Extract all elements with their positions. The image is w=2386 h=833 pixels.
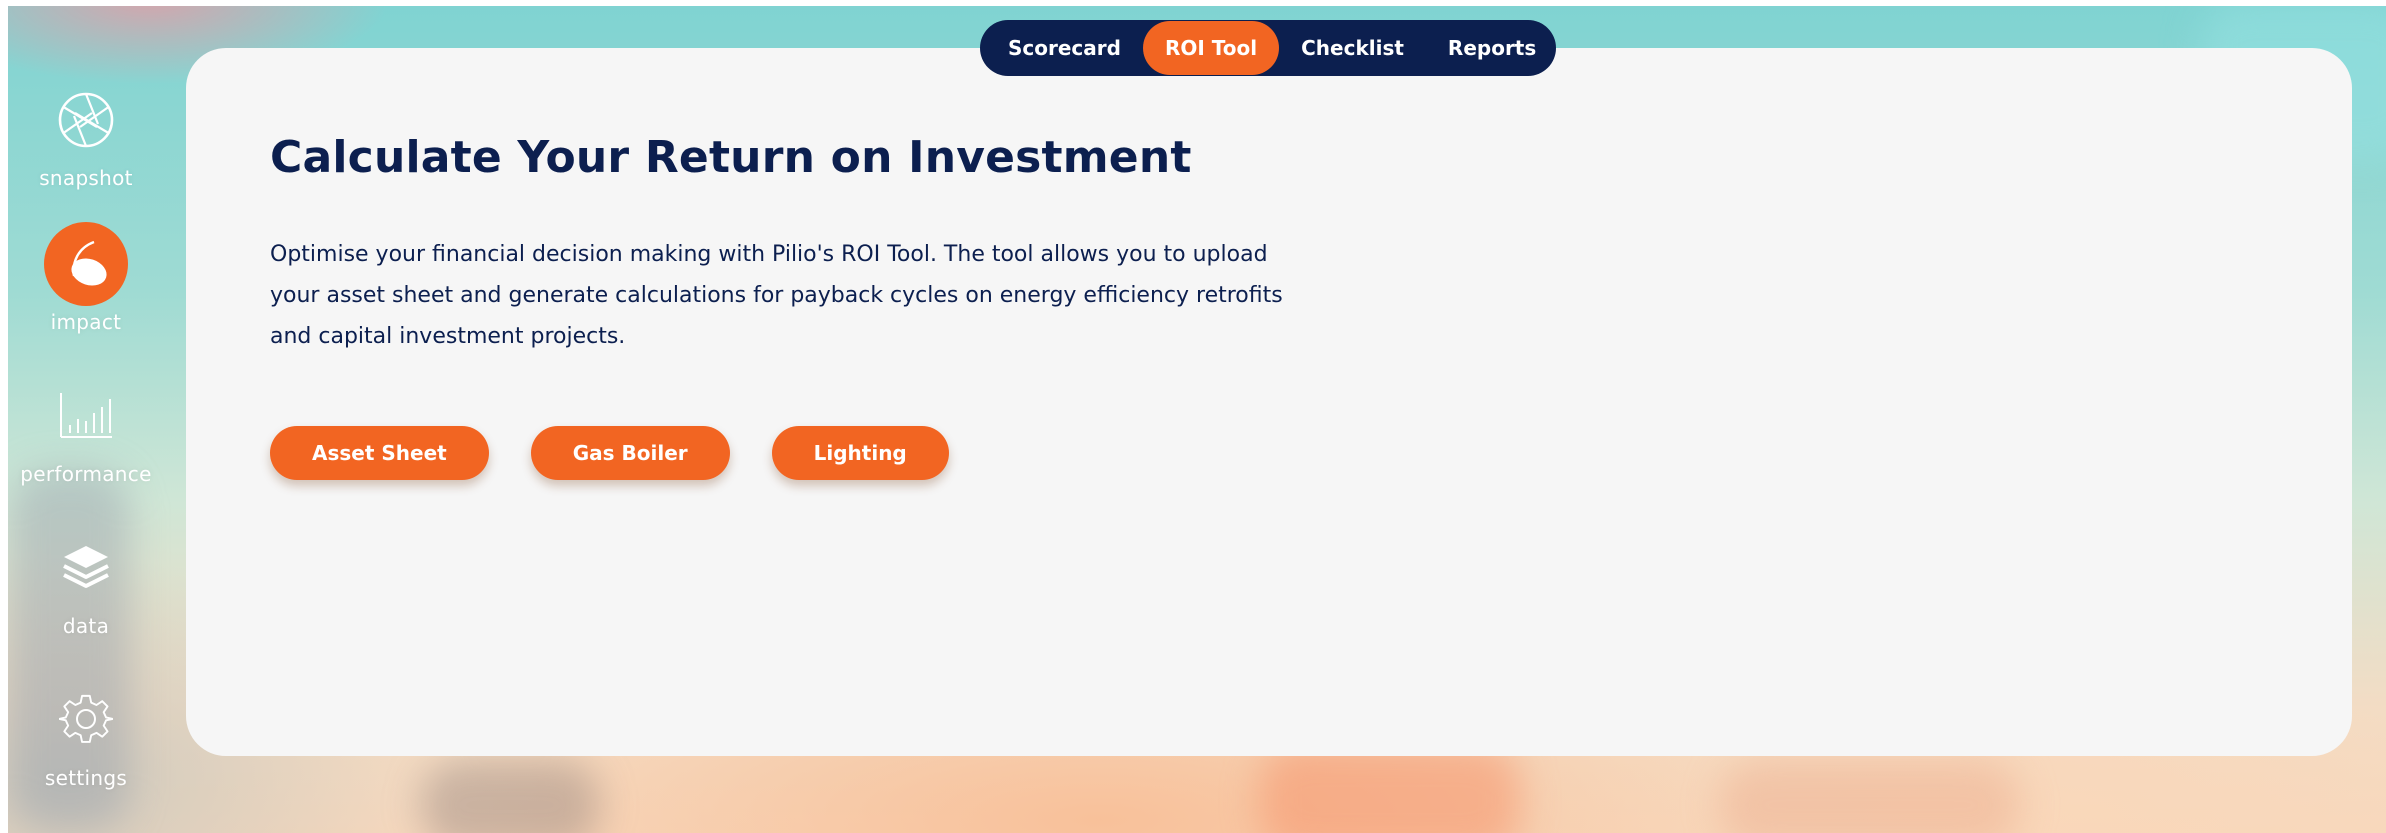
sidebar-item-snapshot[interactable]: snapshot <box>8 78 164 190</box>
lighting-button[interactable]: Lighting <box>771 426 949 480</box>
sidebar-item-label: settings <box>44 766 128 790</box>
sidebar-item-label: impact <box>50 310 122 334</box>
aperture-icon <box>44 78 128 162</box>
sidebar-item-label: data <box>62 614 110 638</box>
window-edge-left <box>0 0 8 833</box>
sidebar-item-label: performance <box>20 462 152 486</box>
page-title: Calculate Your Return on Investment <box>270 132 1192 183</box>
gear-icon <box>44 678 128 762</box>
tab-scorecard[interactable]: Scorecard <box>986 21 1143 75</box>
roi-action-buttons: Asset Sheet Gas Boiler Lighting <box>270 426 949 480</box>
background-blur-shape <box>420 760 600 833</box>
page-description: Optimise your financial decision making … <box>270 242 1283 349</box>
background-blur-shape <box>1720 760 2020 833</box>
sidebar-item-impact[interactable]: impact <box>8 222 164 334</box>
impact-icon <box>44 222 128 306</box>
asset-sheet-button[interactable]: Asset Sheet <box>270 426 489 480</box>
sidebar-item-performance[interactable]: performance <box>8 374 164 486</box>
gas-boiler-button[interactable]: Gas Boiler <box>530 426 730 480</box>
app-background: snapshot impact performance data setting… <box>0 0 2386 833</box>
sidebar-item-label: snapshot <box>39 166 133 190</box>
tab-checklist[interactable]: Checklist <box>1279 21 1426 75</box>
tab-roi-tool[interactable]: ROI Tool <box>1142 21 1280 75</box>
layers-icon <box>44 526 128 610</box>
window-edge-top <box>0 0 2386 6</box>
top-tab-bar: Scorecard ROI Tool Checklist Reports <box>980 20 1556 76</box>
sidebar-item-settings[interactable]: settings <box>8 678 164 790</box>
roi-tool-card: Calculate Your Return on Investment Opti… <box>186 48 2352 756</box>
background-blur-shape <box>1260 745 1520 833</box>
bar-chart-icon <box>44 374 128 458</box>
sidebar-item-data[interactable]: data <box>8 526 164 638</box>
tab-reports[interactable]: Reports <box>1426 21 1558 75</box>
